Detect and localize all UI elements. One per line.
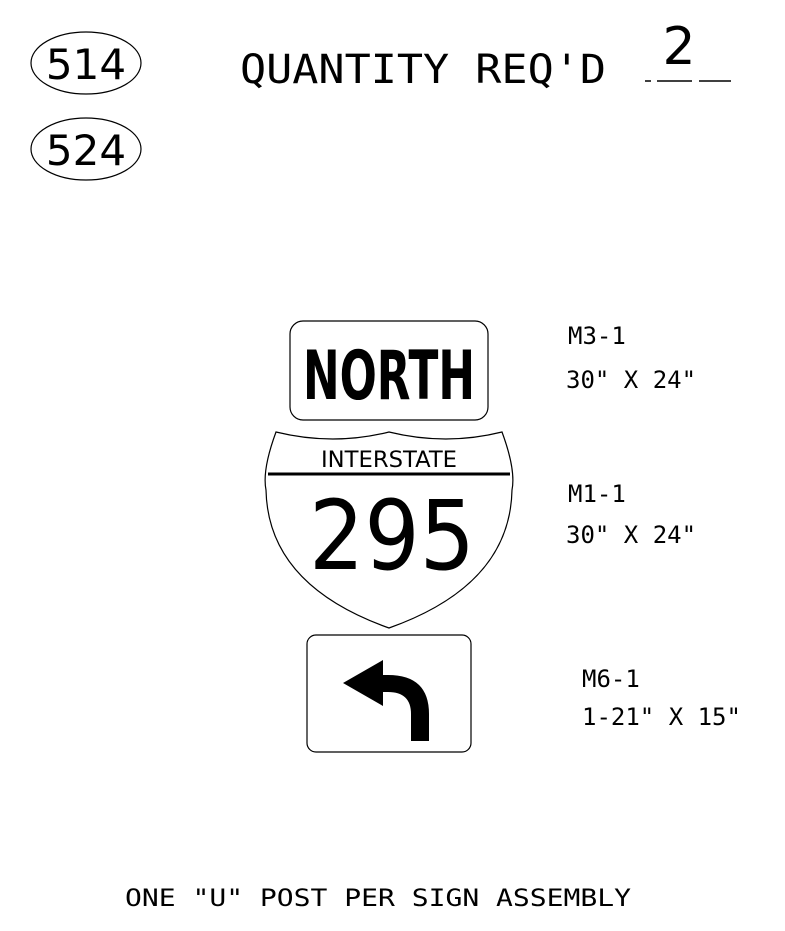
m6-1-code: M6-1 (582, 665, 640, 693)
interstate-legend: INTERSTATE (321, 448, 457, 473)
north-sign: NORTH (289, 320, 489, 421)
sign-assembly-drawing: 514 524 QUANTITY REQ'D 2 NORTH M3-1 30" … (30, 17, 741, 912)
sheet-id-oval-524: 524 (30, 117, 142, 181)
m3-1-code: M3-1 (568, 322, 626, 350)
quantity-value: 2 (662, 17, 695, 77)
m1-1-size: 30" X 24" (566, 521, 696, 549)
m6-1-size: 1-21" X 15" (582, 703, 741, 731)
quantity-label: QUANTITY REQ'D (240, 47, 606, 93)
route-number: 295 (309, 480, 475, 592)
arrow-sign (306, 634, 472, 753)
m1-1-code: M1-1 (568, 480, 626, 508)
north-legend: NORTH (303, 337, 475, 416)
post-note: ONE "U" POST PER SIGN ASSEMBLY (125, 884, 632, 912)
sheet-id-524: 524 (46, 126, 126, 175)
interstate-shield: INTERSTATE 295 (264, 431, 514, 629)
m3-1-size: 30" X 24" (566, 366, 696, 394)
sheet-id-oval-514: 514 (30, 31, 142, 95)
sheet-id-514: 514 (46, 40, 126, 89)
